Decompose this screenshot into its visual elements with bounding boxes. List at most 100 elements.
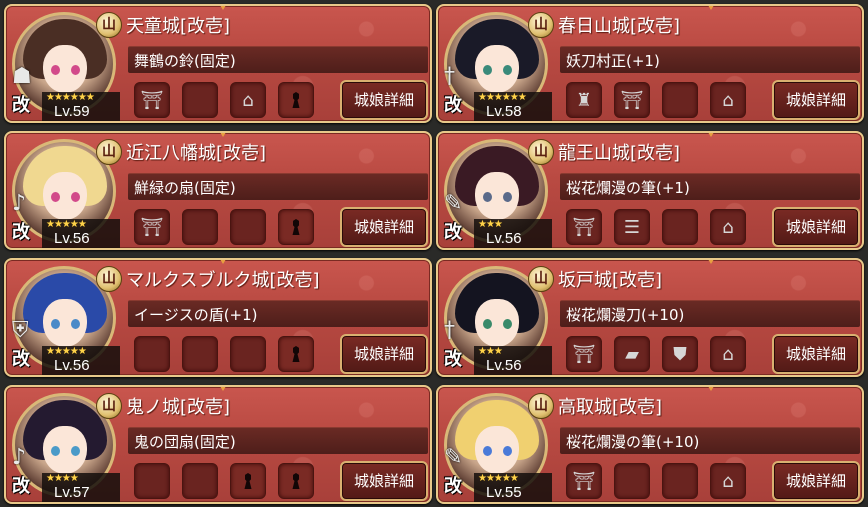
locked-slot[interactable]: [278, 82, 314, 118]
castle-girl-detail-button[interactable]: 城娘詳細: [772, 334, 860, 374]
mountain-type-icon: 山: [528, 266, 554, 292]
castle-name: マルクスブルク城[改壱]: [126, 270, 320, 291]
empty-equipment-slot[interactable]: [230, 209, 266, 245]
mountain-type-icon: 山: [96, 393, 122, 419]
portrait-eye: [71, 319, 80, 329]
rarity-stars: ★★★★★: [478, 473, 519, 484]
portrait-eye: [503, 192, 512, 202]
locked-slot[interactable]: [278, 336, 314, 372]
empty-equipment-slot[interactable]: [182, 82, 218, 118]
empty-equipment-slot[interactable]: [662, 82, 698, 118]
castle-girl-card[interactable]: ⛨ ★★★★★ Lv.56 改 山 マルクスブルク城[改壱] イージスの盾(+1…: [4, 258, 432, 377]
empty-equipment-slot[interactable]: [182, 209, 218, 245]
castle-girl-card[interactable]: † ★★★★★★ Lv.58 改 山 春日山城[改壱] 妖刀村正(+1) ♜ ⛩ ⌂…: [436, 4, 864, 123]
castle-girl-card[interactable]: ✎ ★★★★★ Lv.55 改 山 高取城[改壱] 桜花爛漫の筆(+10) ⛩ ⌂…: [436, 385, 864, 504]
empty-equipment-slot[interactable]: [662, 209, 698, 245]
portrait-face: [475, 426, 519, 474]
castle-girl-card[interactable]: † ★★★ Lv.56 改 山 坂戸城[改壱] 桜花爛漫刀(+10) ⛩ ▰ ⛊ ⌂ …: [436, 258, 864, 377]
weapon-name: 鬼の団扇(固定): [134, 433, 236, 451]
gate-icon: ⛩: [140, 89, 164, 111]
locked-slot[interactable]: [278, 209, 314, 245]
equipment-slot[interactable]: ⌂: [710, 336, 746, 372]
castle-name: 春日山城[改壱]: [558, 16, 681, 37]
locked-slot[interactable]: [230, 463, 266, 499]
portrait-eye: [483, 192, 492, 202]
portrait-face: [475, 299, 519, 347]
castle-girl-detail-button[interactable]: 城娘詳細: [340, 461, 428, 501]
decor-notch: [218, 387, 228, 391]
equipment-slot[interactable]: ♜: [566, 82, 602, 118]
castle-girl-detail-button[interactable]: 城娘詳細: [340, 80, 428, 120]
equipment-slot[interactable]: ⌂: [710, 209, 746, 245]
portrait-eye: [71, 192, 80, 202]
weapon-bar: 鮮緑の扇(固定): [128, 173, 428, 200]
rarity-stars: ★★★★★: [46, 346, 87, 357]
level-text: Lv.56: [486, 230, 522, 247]
portrait-eye: [71, 65, 80, 75]
mountain-type-icon: 山: [96, 139, 122, 165]
keyhole-icon: [292, 346, 300, 362]
castle-girl-detail-button[interactable]: 城娘詳細: [772, 461, 860, 501]
equipment-slot[interactable]: ⌂: [710, 82, 746, 118]
level-text: Lv.58: [486, 103, 522, 120]
equipment-slot[interactable]: ⛩: [566, 463, 602, 499]
empty-equipment-slot[interactable]: [182, 463, 218, 499]
weapon-name: 妖刀村正(+1): [566, 52, 660, 70]
locked-slot[interactable]: [278, 463, 314, 499]
castle-name: 坂戸城[改壱]: [558, 270, 663, 291]
mountain-type-icon: 山: [96, 12, 122, 38]
music-note-icon: ♪: [12, 445, 27, 470]
equipment-slot[interactable]: ☰: [614, 209, 650, 245]
wagon-icon: ▰: [625, 343, 639, 365]
mountain-type-icon: 山: [528, 139, 554, 165]
castle-girl-card[interactable]: ✎ ★★★ Lv.56 改 山 龍王山城[改壱] 桜花爛漫の筆(+1) ⛩ ☰ ⌂ …: [436, 131, 864, 250]
kai-badge: 改: [12, 476, 30, 497]
castle-girl-card[interactable]: ♪ ★★★★ Lv.57 改 山 鬼ノ城[改壱] 鬼の団扇(固定) 城娘詳細: [4, 385, 432, 504]
castle-girl-card[interactable]: ☗ ★★★★★★ Lv.59 改 山 天童城[改壱] 舞鶴の鈴(固定) ⛩ ⌂ 城…: [4, 4, 432, 123]
empty-equipment-slot[interactable]: [614, 463, 650, 499]
stamp-icon: ☰: [623, 216, 641, 238]
castle-girl-detail-button[interactable]: 城娘詳細: [772, 80, 860, 120]
keyhole-icon: [292, 473, 300, 489]
portrait-face: [475, 172, 519, 220]
kai-badge: 改: [12, 349, 30, 370]
equipment-slot[interactable]: ⛊: [662, 336, 698, 372]
level-text: Lv.56: [54, 357, 90, 374]
equipment-slot[interactable]: ⛩: [614, 82, 650, 118]
equipment-slot[interactable]: ⌂: [230, 82, 266, 118]
portrait-eye: [51, 65, 60, 75]
mountain-type-icon: 山: [528, 12, 554, 38]
castle-name: 天童城[改壱]: [126, 16, 231, 37]
castle-girl-detail-button[interactable]: 城娘詳細: [340, 334, 428, 374]
castle-girl-detail-button[interactable]: 城娘詳細: [340, 207, 428, 247]
portrait-eye: [51, 319, 60, 329]
decor-notch: [218, 6, 228, 10]
empty-equipment-slot[interactable]: [230, 336, 266, 372]
empty-equipment-slot[interactable]: [134, 463, 170, 499]
kai-badge: 改: [444, 222, 462, 243]
kai-badge: 改: [444, 349, 462, 370]
mountain-type-icon: 山: [96, 266, 122, 292]
castle-girl-card[interactable]: ♪ ★★★★★ Lv.56 改 山 近江八幡城[改壱] 鮮緑の扇(固定) ⛩ 城…: [4, 131, 432, 250]
castle-girl-detail-button[interactable]: 城娘詳細: [772, 207, 860, 247]
kai-badge: 改: [444, 95, 462, 116]
helmet-icon: ♜: [575, 89, 593, 111]
weapon-bar: 桜花爛漫刀(+10): [560, 300, 860, 327]
equipment-slot[interactable]: ⛩: [566, 209, 602, 245]
weapon-bar: 桜花爛漫の筆(+10): [560, 427, 860, 454]
decor-notch: [706, 133, 716, 137]
sword-icon: †: [444, 318, 455, 343]
equipment-slot[interactable]: ▰: [614, 336, 650, 372]
level-text: Lv.55: [486, 484, 522, 501]
equipment-slot[interactable]: ⛩: [134, 82, 170, 118]
empty-equipment-slot[interactable]: [662, 463, 698, 499]
level-text: Lv.56: [54, 230, 90, 247]
rarity-stars: ★★★★: [46, 473, 79, 484]
equipment-slot[interactable]: ⛩: [566, 336, 602, 372]
level-text: Lv.57: [54, 484, 90, 501]
empty-equipment-slot[interactable]: [182, 336, 218, 372]
portrait-eye: [503, 65, 512, 75]
empty-equipment-slot[interactable]: [134, 336, 170, 372]
equipment-slot[interactable]: ⛩: [134, 209, 170, 245]
equipment-slot[interactable]: ⌂: [710, 463, 746, 499]
